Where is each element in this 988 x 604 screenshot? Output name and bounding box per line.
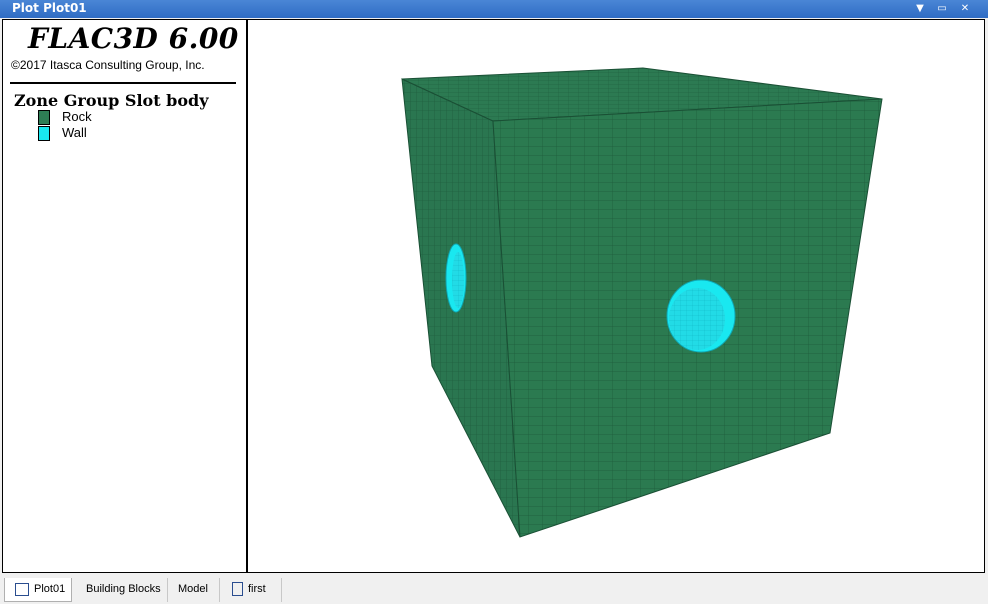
tab-label: first — [248, 583, 266, 595]
legend-divider — [10, 82, 236, 84]
tab-plot01[interactable]: Plot01 — [4, 578, 72, 602]
plot-viewport[interactable] — [248, 20, 983, 572]
tab-label: Plot01 — [34, 583, 66, 595]
tab-bar: Plot01 Building Blocks Model first — [0, 575, 988, 604]
tab-model[interactable]: Model — [168, 578, 220, 602]
tunnel-wall-inner — [669, 288, 725, 350]
model-render[interactable] — [248, 20, 983, 572]
copyright-text: ©2017 Itasca Consulting Group, Inc. — [11, 58, 205, 72]
tab-building-blocks[interactable]: Building Blocks — [76, 578, 168, 602]
restore-icon[interactable]: ▭ — [934, 1, 950, 16]
window-title: Plot Plot01 — [12, 1, 87, 15]
tab-first[interactable]: first — [220, 578, 282, 602]
tab-label: Model — [178, 583, 208, 595]
legend-item-label: Wall — [62, 125, 87, 140]
rock-swatch — [38, 110, 50, 125]
dropdown-arrow-icon[interactable]: ▼ — [912, 1, 928, 16]
window-titlebar: Plot Plot01 ▼ ▭ ✕ — [0, 0, 988, 18]
legend-group-title: Zone Group Slot body — [14, 91, 209, 110]
plot-legend: FLAC3D 6.00 ©2017 Itasca Consulting Grou… — [4, 20, 248, 572]
wall-swatch — [38, 126, 50, 141]
plot-icon — [15, 582, 29, 596]
legend-item-label: Rock — [62, 109, 92, 124]
document-icon — [232, 582, 243, 597]
tunnel-wall-left-inner — [452, 252, 464, 308]
tab-label: Building Blocks — [86, 583, 161, 595]
close-icon[interactable]: ✕ — [957, 1, 973, 16]
app-title: FLAC3D 6.00 — [28, 22, 239, 55]
